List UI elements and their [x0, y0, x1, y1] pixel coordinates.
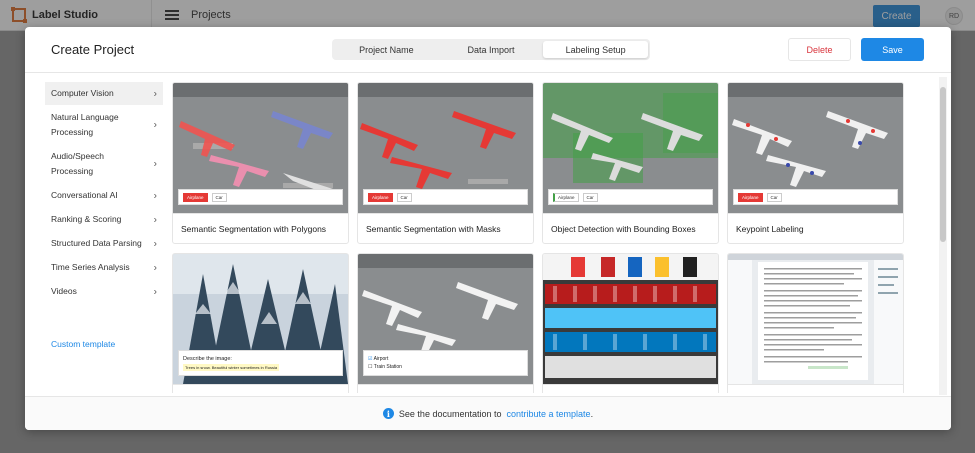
chevron-right-icon: ›	[153, 238, 157, 249]
template-card-masks[interactable]: Airplane Car Semantic Segmentation with …	[357, 82, 534, 244]
option-airport: ☑ Airport	[368, 356, 388, 362]
template-thumbnail: ☑ Airport ☐ Train Station	[358, 254, 533, 384]
label-chip: Car	[766, 192, 782, 202]
sidebar-item-time-series[interactable]: Time Series Analysis ›	[45, 256, 163, 279]
template-thumbnail: Airplane Car	[728, 83, 903, 213]
delete-button[interactable]: Delete	[788, 38, 851, 61]
template-category-sidebar: Computer Vision › Natural Language Proces…	[45, 82, 163, 304]
sidebar-item-label: Conversational AI	[51, 190, 118, 200]
chevron-right-icon: ›	[153, 158, 157, 170]
template-thumbnail: Airplane Car	[173, 83, 348, 213]
sidebar-item-computer-vision[interactable]: Computer Vision ›	[45, 82, 163, 105]
template-thumbnail	[728, 254, 903, 384]
label-chips: Airplane Car	[548, 189, 713, 205]
modal-title: Create Project	[51, 42, 135, 57]
label-chips: Airplane Car	[178, 189, 343, 205]
caption-box: Describe the image: Trees in snow. Beaut…	[178, 350, 343, 376]
template-thumbnail: Airplane Car	[543, 83, 718, 213]
option-label: Airport	[373, 356, 389, 362]
sidebar-item-videos[interactable]: Videos ›	[45, 280, 163, 303]
sidebar-item-nlp[interactable]: Natural Language Processing ›	[45, 106, 163, 144]
tab-data-import[interactable]: Data Import	[439, 41, 544, 58]
label-chip: Car	[396, 192, 412, 202]
info-icon: i	[382, 408, 394, 419]
label-chip: Car	[582, 192, 598, 202]
chevron-right-icon: ›	[153, 88, 157, 99]
grid-scrollbar[interactable]	[939, 77, 947, 395]
template-card-title	[173, 384, 348, 393]
template-card-bounding-boxes[interactable]: Airplane Car Object Detection with Bound…	[542, 82, 719, 244]
contribute-template-link[interactable]: contribute a template	[507, 409, 591, 419]
tab-project-name[interactable]: Project Name	[334, 41, 439, 58]
sidebar-item-audio-speech[interactable]: Audio/Speech Processing ›	[45, 145, 163, 183]
template-card-classification[interactable]: ☑ Airport ☐ Train Station	[357, 253, 534, 393]
sidebar-item-conversational-ai[interactable]: Conversational AI ›	[45, 184, 163, 207]
chevron-right-icon: ›	[153, 190, 157, 201]
template-thumbnail	[543, 254, 718, 384]
caption-answer: Trees in snow. Beautiful winter sometime…	[183, 363, 280, 371]
template-card-shelf[interactable]	[542, 253, 719, 393]
step-tabs: Project Name Data Import Labeling Setup	[332, 39, 650, 60]
sidebar-item-label: Videos	[51, 286, 77, 296]
template-card-document[interactable]	[727, 253, 904, 393]
label-chips: Airplane Car	[733, 189, 898, 205]
footer-suffix: .	[590, 408, 594, 419]
label-chip: Car	[211, 192, 227, 202]
template-card-title	[358, 384, 533, 393]
sidebar-item-label: Time Series Analysis	[51, 262, 130, 272]
label-chips: Airplane Car	[363, 189, 528, 205]
sidebar-item-label: Ranking & Scoring	[51, 214, 122, 224]
chevron-right-icon: ›	[153, 286, 157, 297]
option-label: Train Station	[373, 364, 402, 370]
chevron-right-icon: ›	[153, 214, 157, 225]
chevron-right-icon: ›	[153, 262, 157, 273]
classification-options: ☑ Airport ☐ Train Station	[363, 350, 528, 376]
template-thumbnail: Airplane Car	[358, 83, 533, 213]
template-card-title	[543, 384, 718, 393]
template-card-title: Keypoint Labeling	[728, 213, 903, 243]
chevron-right-icon: ›	[153, 119, 157, 131]
modal-footer: i See the documentation to contribute a …	[25, 396, 951, 430]
custom-template-link[interactable]: Custom template	[51, 339, 115, 349]
save-button[interactable]: Save	[861, 38, 924, 61]
template-card-title: Semantic Segmentation with Masks	[358, 213, 533, 243]
option-train-station: ☐ Train Station	[368, 364, 402, 370]
tab-labeling-setup[interactable]: Labeling Setup	[543, 41, 649, 58]
template-thumbnail: Describe the image: Trees in snow. Beaut…	[173, 254, 348, 384]
scrollbar-thumb[interactable]	[940, 87, 946, 242]
checkbox-icon: ☐	[368, 364, 373, 370]
checkbox-checked-icon: ☑	[368, 356, 373, 362]
label-chip: Airplane	[183, 192, 208, 202]
sidebar-item-label: Audio/Speech Processing	[51, 151, 104, 176]
label-chip: Airplane	[553, 192, 579, 202]
template-card-image-captioning[interactable]: Describe the image: Trees in snow. Beaut…	[172, 253, 349, 393]
caption-prompt: Describe the image:	[183, 355, 232, 362]
label-chip: Airplane	[368, 192, 393, 202]
template-card-title: Object Detection with Bounding Boxes	[543, 213, 718, 243]
template-grid: Airplane Car Semantic Segmentation with …	[165, 77, 937, 393]
sidebar-item-ranking-scoring[interactable]: Ranking & Scoring ›	[45, 208, 163, 231]
template-card-keypoint[interactable]: Airplane Car Keypoint Labeling	[727, 82, 904, 244]
sidebar-item-label: Natural Language Processing	[51, 112, 119, 137]
sidebar-item-structured-data[interactable]: Structured Data Parsing ›	[45, 232, 163, 255]
template-card-title: Semantic Segmentation with Polygons	[173, 213, 348, 243]
sidebar-item-label: Structured Data Parsing	[51, 238, 142, 248]
modal-header: Create Project Project Name Data Import …	[25, 27, 951, 73]
create-project-modal: Create Project Project Name Data Import …	[25, 27, 951, 430]
template-card-polygons[interactable]: Airplane Car Semantic Segmentation with …	[172, 82, 349, 244]
footer-text: See the documentation to	[398, 408, 502, 419]
template-card-title	[728, 384, 903, 393]
label-chip: Airplane	[738, 192, 763, 202]
sidebar-item-label: Computer Vision	[51, 88, 114, 98]
link-text: contribute a template	[506, 408, 591, 419]
